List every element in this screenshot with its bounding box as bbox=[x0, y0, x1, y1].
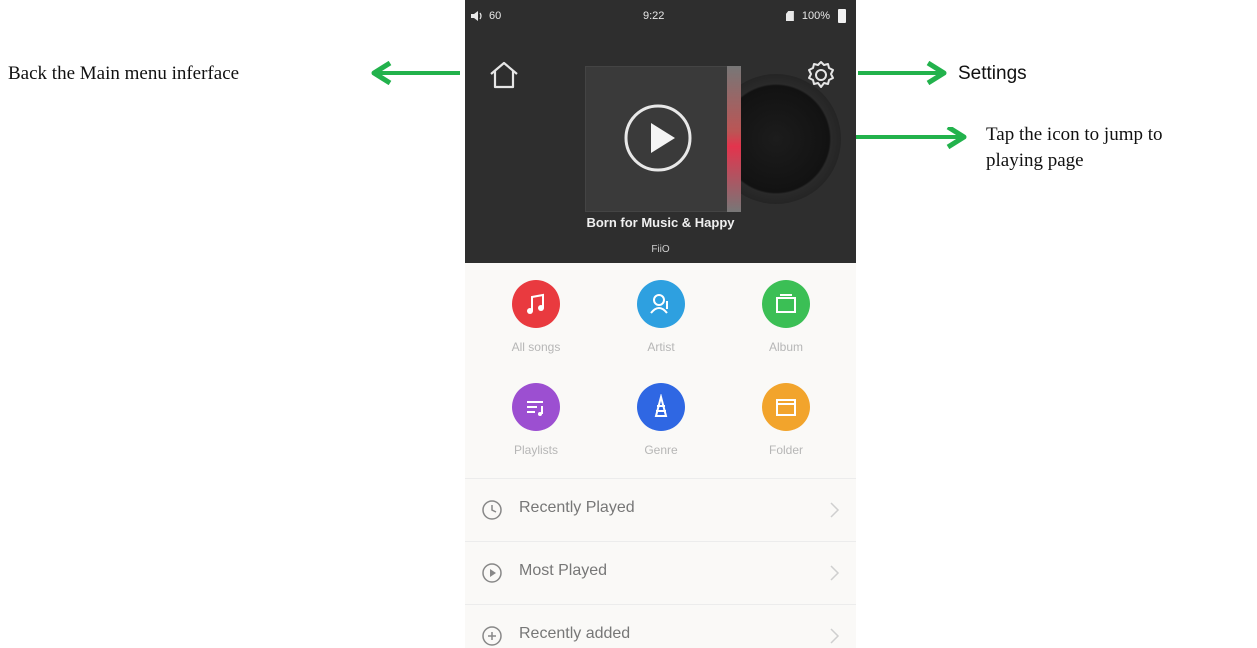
chevron-right-icon bbox=[830, 565, 840, 581]
chevron-right-icon bbox=[830, 502, 840, 518]
battery-percent: 100% bbox=[801, 10, 830, 22]
speaker-icon bbox=[471, 11, 482, 21]
now-playing-header: 60 9:22 100% Born for Music & Happy FiiO bbox=[465, 0, 856, 263]
plus-circle-icon bbox=[482, 626, 502, 646]
chevron-right-icon bbox=[830, 628, 840, 644]
annotation-settings: Settings bbox=[958, 63, 1027, 84]
song-title: Born for Music & Happy bbox=[586, 215, 735, 230]
song-artist: FiiO bbox=[651, 244, 670, 255]
category-artist[interactable]: Artist bbox=[606, 280, 716, 354]
playlist-icon bbox=[512, 383, 560, 431]
annotation-play-line1: Tap the icon to jump to bbox=[986, 124, 1163, 145]
arrow-to-settings bbox=[858, 61, 947, 85]
volume-value: 60 bbox=[489, 10, 502, 22]
play-button[interactable] bbox=[622, 102, 694, 174]
status-right: 100% bbox=[785, 9, 846, 23]
play-icon bbox=[651, 123, 675, 153]
category-grid: All songs Artist Album Playlists Genre F… bbox=[465, 263, 856, 478]
category-label: Playlists bbox=[513, 443, 558, 457]
list-item-recently-added[interactable]: Recently added bbox=[465, 604, 856, 648]
category-label: All songs bbox=[511, 340, 561, 354]
category-all-songs[interactable]: All songs bbox=[481, 280, 591, 354]
clock: 9:22 bbox=[643, 10, 665, 22]
list-item-label: Recently Played bbox=[519, 499, 635, 516]
list-item-label: Most Played bbox=[519, 562, 608, 579]
category-genre[interactable]: Genre bbox=[606, 383, 716, 457]
arrow-to-home bbox=[371, 61, 460, 85]
shortcut-list: Recently Played Most Played Recently add… bbox=[465, 478, 856, 648]
battery-icon bbox=[838, 9, 846, 23]
music-app-screen: 60 9:22 100% Born for Music & Happy FiiO… bbox=[465, 0, 856, 648]
play-circle-icon bbox=[482, 563, 502, 583]
category-label: Album bbox=[768, 340, 803, 354]
album-icon bbox=[762, 280, 810, 328]
home-icon[interactable] bbox=[487, 58, 521, 92]
category-album[interactable]: Album bbox=[731, 280, 841, 354]
annotation-play-line2: playing page bbox=[986, 150, 1084, 171]
list-item-recently-played[interactable]: Recently Played bbox=[465, 478, 856, 541]
album-spine bbox=[727, 66, 741, 212]
sdcard-icon bbox=[785, 11, 794, 21]
clock-icon bbox=[482, 500, 502, 520]
category-folder[interactable]: Folder bbox=[731, 383, 841, 457]
annotation-play: Tap the icon to jump to playing page bbox=[986, 122, 1254, 174]
volume-indicator: 60 bbox=[471, 10, 501, 22]
list-item-most-played[interactable]: Most Played bbox=[465, 541, 856, 604]
category-label: Artist bbox=[647, 340, 675, 354]
genre-icon bbox=[637, 383, 685, 431]
music-note-icon bbox=[512, 280, 560, 328]
folder-icon bbox=[762, 383, 810, 431]
person-icon bbox=[637, 280, 685, 328]
status-bar: 60 9:22 100% bbox=[465, 0, 856, 30]
list-item-label: Recently added bbox=[519, 625, 631, 642]
category-label: Genre bbox=[644, 443, 678, 457]
category-label: Folder bbox=[768, 443, 803, 457]
annotation-home: Back the Main menu inferface bbox=[8, 63, 240, 84]
category-playlists[interactable]: Playlists bbox=[481, 383, 591, 457]
